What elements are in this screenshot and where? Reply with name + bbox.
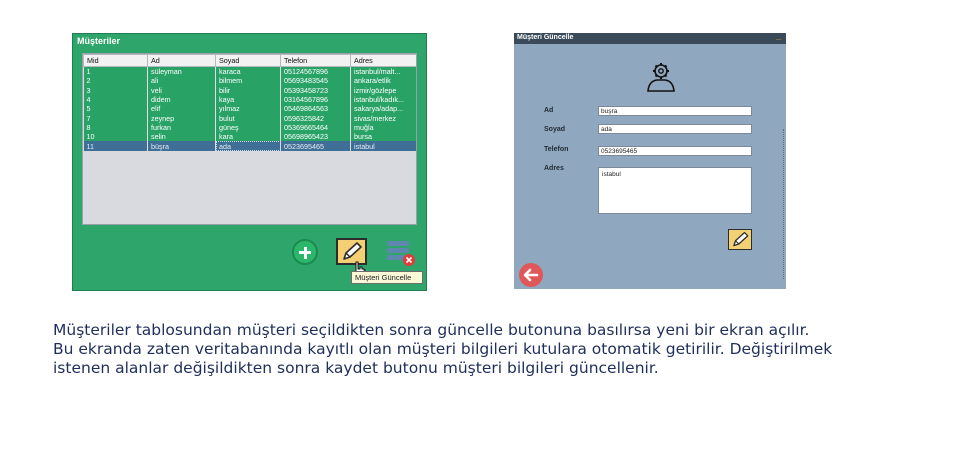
table-cell[interactable]: 11 bbox=[83, 141, 148, 151]
column-header-ad[interactable]: Ad bbox=[147, 54, 216, 67]
save-button[interactable] bbox=[728, 229, 752, 250]
column-header-mid[interactable]: Mid bbox=[83, 54, 148, 67]
table-row[interactable]: 5 elif yılmaz 05469864563 sakarya/adap... bbox=[83, 104, 416, 114]
table-cell[interactable]: 10 bbox=[83, 132, 148, 142]
column-header-soyad[interactable]: Soyad bbox=[215, 54, 281, 67]
table-cell[interactable]: bulut bbox=[215, 113, 281, 123]
table-cell[interactable]: 0523695465 bbox=[280, 141, 351, 151]
table-cell[interactable]: 05369665464 bbox=[280, 122, 351, 133]
table-row[interactable]: 3 veli bilir 05393458723 izmir/gözlepe bbox=[83, 85, 416, 95]
column-header-telefon[interactable]: Telefon bbox=[280, 54, 351, 67]
column-header-adres[interactable]: Adres bbox=[350, 54, 416, 67]
table-cell[interactable]: 1 bbox=[83, 66, 148, 77]
table-row[interactable]: 2 ali bilmem 05693483545 ankara/etlik bbox=[83, 76, 416, 86]
table-cell[interactable]: 8 bbox=[83, 122, 148, 133]
back-button[interactable] bbox=[519, 263, 543, 287]
adres-field[interactable]: istabul bbox=[598, 167, 752, 214]
table-cell[interactable]: 7 bbox=[83, 113, 148, 123]
table-cell[interactable]: karaca bbox=[215, 66, 281, 77]
table-cell[interactable]: 05393458723 bbox=[280, 85, 351, 95]
table-cell[interactable]: elif bbox=[147, 104, 216, 114]
scrollbar-track[interactable] bbox=[783, 129, 786, 279]
pencil-icon bbox=[733, 231, 749, 247]
table-cell[interactable]: ankara/etlik bbox=[350, 76, 416, 86]
table-cell[interactable]: veli bbox=[147, 85, 216, 95]
caption-text: Müşteriler tablosundan müşteri seçildikt… bbox=[53, 321, 933, 378]
customers-window: Müşteriler Mid Ad Soyad Telefon Adres 1s… bbox=[72, 33, 427, 291]
ad-label: Ad bbox=[544, 107, 554, 114]
table-cell[interactable]: kara bbox=[215, 132, 281, 142]
table-cell[interactable]: yılmaz bbox=[215, 104, 281, 114]
ad-field[interactable]: buşra bbox=[598, 106, 752, 116]
add-customer-button[interactable] bbox=[292, 239, 318, 265]
table-cell[interactable]: didem bbox=[147, 94, 216, 105]
table-row[interactable]: 4 didem kaya 03164567896 istanbul/kadık... bbox=[83, 94, 416, 105]
caption-line-2: Bu ekranda zaten veritabanında kayıtlı o… bbox=[53, 340, 833, 358]
update-window-title: Müşteri Güncelle bbox=[517, 34, 574, 41]
table-cell[interactable]: 05124567896 bbox=[280, 66, 351, 77]
table-cell[interactable]: 4 bbox=[83, 94, 148, 105]
table-cell[interactable]: ali bbox=[147, 76, 216, 86]
table-row[interactable]: 10 selin kara 05698965423 bursa bbox=[83, 132, 416, 142]
table-cell[interactable]: bilmem bbox=[215, 76, 281, 86]
table-cell[interactable]: süleyman bbox=[147, 66, 216, 77]
soyad-label: Soyad bbox=[544, 126, 566, 133]
customers-window-title: Müşteriler bbox=[77, 36, 121, 46]
arrow-left-icon bbox=[523, 268, 539, 282]
caption-line-1: Müşteriler tablosundan müşteri seçildikt… bbox=[53, 321, 810, 339]
table-cell[interactable]: 03164567896 bbox=[280, 94, 351, 105]
table-cell[interactable]: furkan bbox=[147, 122, 216, 133]
table-cell[interactable]: sivas/merkez bbox=[350, 113, 416, 123]
table-row[interactable]: 1 süleyman karaca 05124567896 istanbul/malt.… bbox=[83, 66, 416, 77]
telefon-field[interactable]: 0523695465 bbox=[598, 146, 752, 156]
table-cell[interactable]: 05698965423 bbox=[280, 132, 351, 142]
table-cell[interactable]: istanbul/kadık... bbox=[350, 94, 416, 105]
title-bar: Müşteri Güncelle _ bbox=[514, 31, 786, 44]
delete-customer-button[interactable] bbox=[384, 238, 416, 266]
minimize-button[interactable]: _ bbox=[776, 31, 781, 41]
customers-grid[interactable]: Mid Ad Soyad Telefon Adres 1 süleyman kara… bbox=[82, 53, 417, 225]
table-cell[interactable]: istanbul/malt... bbox=[350, 66, 416, 77]
table-cell[interactable]: ada bbox=[215, 141, 281, 151]
table-cell[interactable]: 5 bbox=[83, 104, 148, 114]
table-cell[interactable]: zeynep bbox=[147, 113, 216, 123]
update-tooltip: Müşteri Güncelle bbox=[351, 271, 423, 284]
table-cell[interactable]: büşra bbox=[147, 141, 216, 151]
table-cell[interactable]: kaya bbox=[215, 94, 281, 105]
table-cell[interactable]: 2 bbox=[83, 76, 148, 86]
table-row[interactable]: 11 büşra ada 0523695465 istabul bbox=[83, 141, 416, 151]
table-cell[interactable]: bilir bbox=[215, 85, 281, 95]
grid-header-row: Mid Ad Soyad Telefon Adres bbox=[83, 54, 416, 67]
table-cell[interactable]: istabul bbox=[350, 141, 416, 151]
table-cell[interactable]: bursa bbox=[350, 132, 416, 142]
table-row[interactable]: 7 zeynep bulut 0596325842 sivas/merkez bbox=[83, 113, 416, 123]
adres-label: Adres bbox=[544, 165, 564, 172]
table-cell[interactable]: güneş bbox=[215, 122, 281, 133]
table-row[interactable]: 8 furkan güneş 05369665464 muğla bbox=[83, 122, 416, 133]
telefon-label: Telefon bbox=[544, 146, 569, 153]
table-cell[interactable]: 3 bbox=[83, 85, 148, 95]
table-cell[interactable]: 05693483545 bbox=[280, 76, 351, 86]
table-cell[interactable]: 05469864563 bbox=[280, 104, 351, 114]
soyad-field[interactable]: ada bbox=[598, 124, 752, 134]
table-cell[interactable]: selin bbox=[147, 132, 216, 142]
table-cell[interactable]: sakarya/adap... bbox=[350, 104, 416, 114]
table-cell[interactable]: izmir/gözlepe bbox=[350, 85, 416, 95]
table-cell[interactable]: muğla bbox=[350, 122, 416, 133]
table-cell[interactable]: 0596325842 bbox=[280, 113, 351, 123]
update-customer-window: Müşteri Güncelle _ Ad buşra Soyad ada Te… bbox=[514, 31, 786, 289]
user-gear-icon bbox=[647, 63, 675, 92]
caption-line-3: istenen alanlar değişildikten sonra kayd… bbox=[53, 359, 659, 377]
